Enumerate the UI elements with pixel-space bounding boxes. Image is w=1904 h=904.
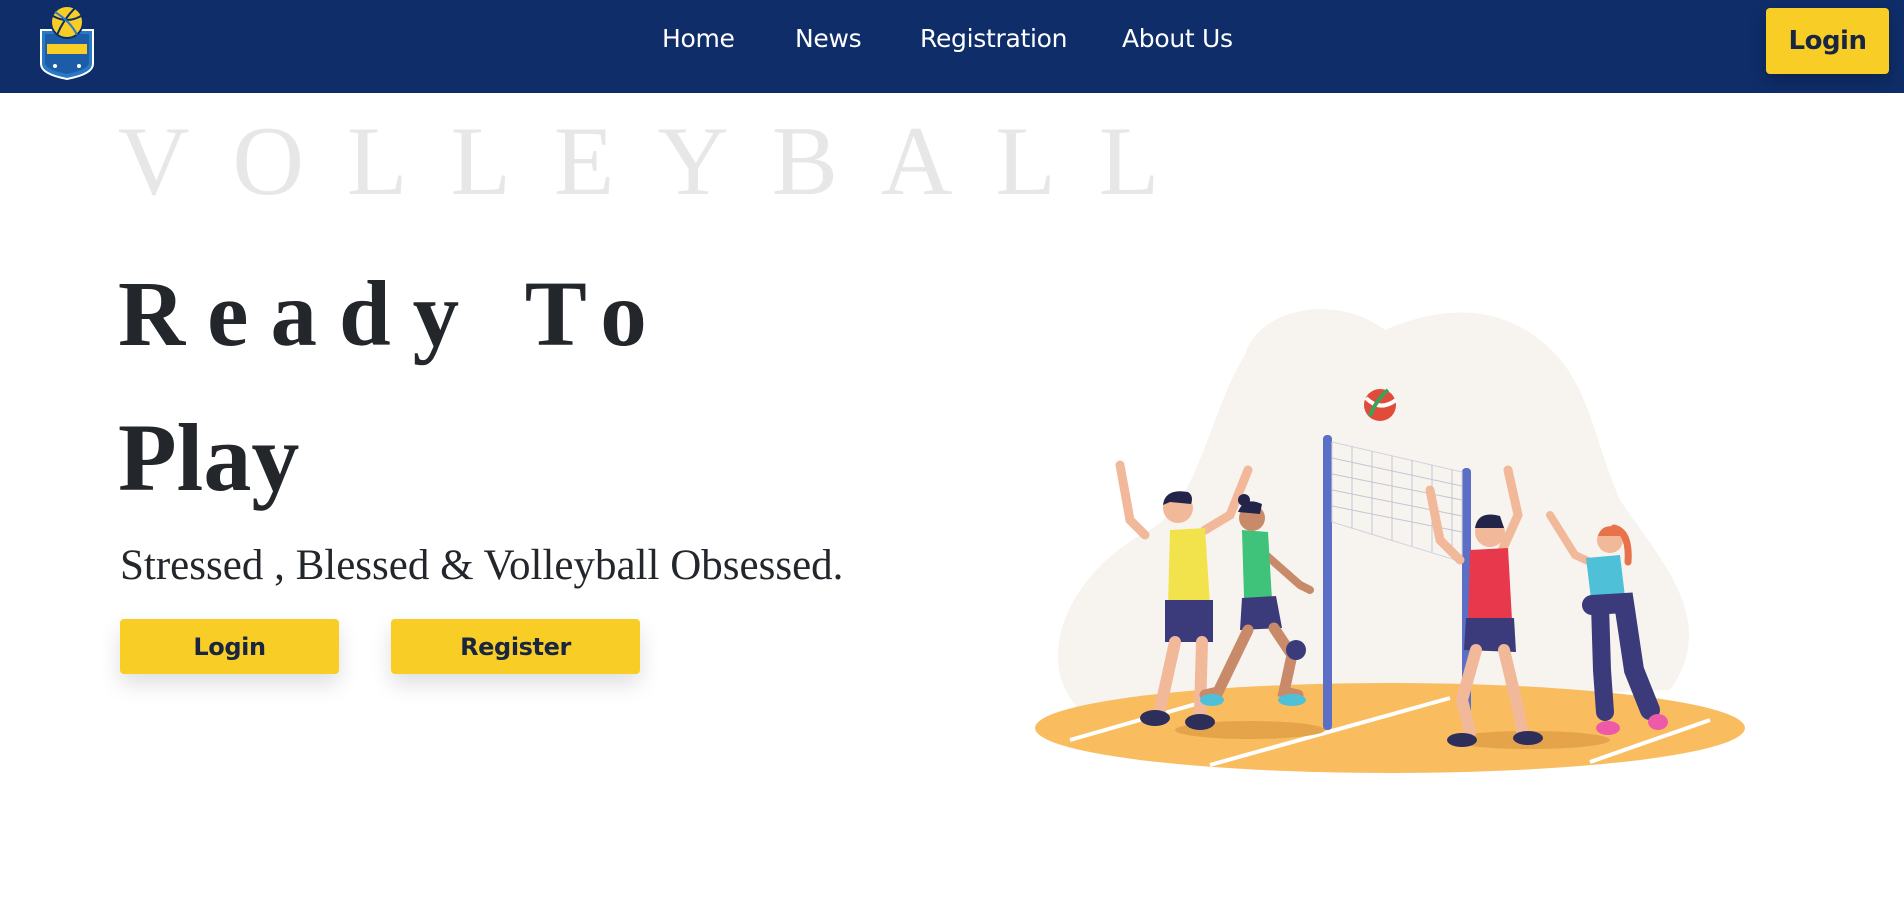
hero-login-button[interactable]: Login — [120, 619, 339, 674]
volleyball-players-illustration — [1030, 300, 1750, 780]
nav-about-us-link[interactable]: About Us — [1122, 24, 1233, 53]
hero-tagline: Stressed , Blessed & Volleyball Obsessed… — [120, 542, 844, 589]
hero-heading-line2: Play — [118, 404, 300, 511]
hero-register-button[interactable]: Register — [391, 619, 640, 674]
volleyball-watermark: VOLLEYBALL — [118, 107, 1203, 216]
top-navbar: Home News Registration About Us Login — [0, 0, 1904, 93]
main-nav: Home News Registration About Us — [0, 0, 1904, 93]
nav-login-button[interactable]: Login — [1766, 8, 1889, 74]
nav-news-link[interactable]: News — [795, 24, 862, 53]
hero-heading-line1: Ready To — [118, 263, 669, 366]
nav-home-link[interactable]: Home — [662, 24, 735, 53]
nav-registration-link[interactable]: Registration — [920, 24, 1067, 53]
